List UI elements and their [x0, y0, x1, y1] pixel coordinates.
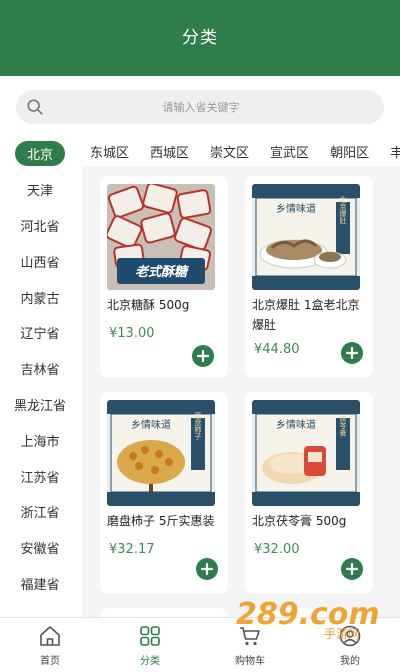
product-name: 磨盘柿子 5斤实惠装 — [107, 514, 215, 528]
product-image-caption: 乡情味道 — [276, 202, 316, 215]
home-icon — [40, 625, 60, 646]
nav-category[interactable]: 分类 — [100, 618, 200, 672]
tab-xicheng[interactable]: 西城区 — [150, 142, 189, 161]
product-card[interactable]: 乡情味道 磨盘柿子 磨盘柿子 5斤实惠装 ¥32.17 — [100, 392, 228, 594]
search-bar[interactable] — [16, 90, 384, 124]
product-image: 老式酥糖 — [107, 184, 215, 290]
search-area — [0, 76, 400, 136]
sidebar-item-label: 浙江省 — [20, 506, 60, 522]
sidebar-item-label: 上海市 — [20, 434, 60, 450]
top-header: 分类 — [0, 0, 400, 76]
sidebar-item-label: 内蒙古 — [20, 291, 60, 307]
sidebar-item-shanghai[interactable]: 上海市 — [0, 422, 82, 458]
product-image-tag: 茯苓膏 — [339, 415, 347, 438]
sidebar-item-fujian[interactable]: 福建省 — [0, 566, 82, 602]
plus-icon — [201, 563, 213, 575]
add-to-cart-button[interactable] — [341, 558, 363, 580]
sidebar-item-label: 安徽省 — [20, 542, 60, 558]
province-sidebar: 北京 天津 河北省 山西省 内蒙古 辽宁省 吉林省 黑龙江省 上海市 江苏省 浙… — [0, 136, 82, 617]
product-price: ¥13.00 — [109, 326, 155, 341]
tab-dongcheng[interactable]: 东城区 — [90, 142, 129, 161]
sidebar-item-label: 辽宁省 — [20, 327, 60, 343]
sidebar-item-jiangsu[interactable]: 江苏省 — [0, 458, 82, 494]
plus-icon — [197, 350, 209, 362]
sidebar-item-label: 北京 — [14, 141, 65, 167]
plus-icon — [346, 347, 358, 359]
sidebar-item-shanxi[interactable]: 山西省 — [0, 243, 82, 279]
product-name: 北京糖酥 500g — [107, 298, 190, 312]
plus-icon — [346, 563, 358, 575]
add-to-cart-button[interactable] — [192, 345, 214, 367]
product-image-caption: 乡情味道 — [276, 418, 316, 431]
product-name: 北京茯苓膏 500g — [252, 514, 347, 528]
add-to-cart-button[interactable] — [341, 342, 363, 364]
sidebar-item-label: 天津 — [26, 184, 53, 200]
nav-label: 我的 — [340, 655, 360, 667]
product-price: ¥32.17 — [109, 542, 155, 557]
sidebar-item-liaoning[interactable]: 辽宁省 — [0, 315, 82, 351]
nav-label: 首页 — [40, 655, 60, 667]
product-name: 北京爆肚 1盒老北京爆肚 — [252, 298, 360, 332]
nav-home[interactable]: 首页 — [0, 618, 100, 672]
sidebar-item-neimenggu[interactable]: 内蒙古 — [0, 279, 82, 315]
category-icon — [140, 625, 160, 646]
site-watermark: 289.com 手游网 — [236, 597, 380, 641]
sidebar-item-label: 福建省 — [20, 577, 60, 593]
tab-chaoyang[interactable]: 朝阳区 — [330, 142, 369, 161]
tab-chongwen[interactable]: 崇文区 — [210, 142, 249, 161]
sidebar-item-label: 黑龙江省 — [13, 398, 66, 414]
tab-fengtai[interactable]: 丰 — [390, 142, 400, 161]
product-card[interactable] — [100, 608, 228, 617]
sidebar-item-label: 山西省 — [20, 255, 60, 271]
sidebar-item-hebei[interactable]: 河北省 — [0, 208, 82, 244]
product-image: 乡情味道 北京爆肚 — [252, 184, 360, 290]
product-image-tag: 北京爆肚 — [339, 196, 347, 225]
product-price: ¥44.80 — [254, 342, 300, 357]
tab-xuanwu[interactable]: 宣武区 — [270, 142, 309, 161]
add-to-cart-button[interactable] — [196, 558, 218, 580]
watermark-subtext: 手游网 — [324, 627, 360, 641]
sidebar-item-label: 吉林省 — [20, 363, 60, 379]
sidebar-item-heilongjiang[interactable]: 黑龙江省 — [0, 387, 82, 423]
product-card[interactable]: 乡情味道 北京爆肚 北京爆肚 1盒老北京爆肚 ¥44.80 — [245, 176, 373, 378]
search-input[interactable] — [44, 100, 358, 114]
page-title: 分类 — [182, 27, 218, 48]
sidebar-item-jilin[interactable]: 吉林省 — [0, 351, 82, 387]
product-image: 乡情味道 茯苓膏 — [252, 400, 360, 506]
sidebar-item-tianjin[interactable]: 天津 — [0, 172, 82, 208]
district-tabs: 东城区 西城区 崇文区 宣武区 朝阳区 丰 — [82, 136, 400, 166]
product-image-caption: 乡情味道 — [131, 418, 171, 431]
product-image-tag: 磨盘柿子 — [194, 411, 202, 440]
sidebar-item-label: 河北省 — [20, 219, 60, 235]
sidebar-item-beijing[interactable]: 北京 — [0, 136, 82, 172]
nav-label: 购物车 — [235, 655, 265, 667]
product-image: 乡情味道 磨盘柿子 — [107, 400, 215, 506]
product-image-caption: 老式酥糖 — [135, 264, 190, 280]
product-grid: 老式酥糖 北京糖酥 500g ¥13.00 乡情味道 北京爆肚 北京爆肚 1盒老… — [82, 166, 400, 617]
product-price: ¥32.00 — [254, 542, 300, 557]
sidebar-item-anhui[interactable]: 安徽省 — [0, 530, 82, 566]
nav-label: 分类 — [140, 655, 160, 667]
sidebar-item-label: 江苏省 — [20, 470, 60, 486]
search-icon — [27, 99, 43, 115]
sidebar-item-zhejiang[interactable]: 浙江省 — [0, 494, 82, 530]
product-card[interactable]: 乡情味道 茯苓膏 北京茯苓膏 500g ¥32.00 — [245, 392, 373, 594]
